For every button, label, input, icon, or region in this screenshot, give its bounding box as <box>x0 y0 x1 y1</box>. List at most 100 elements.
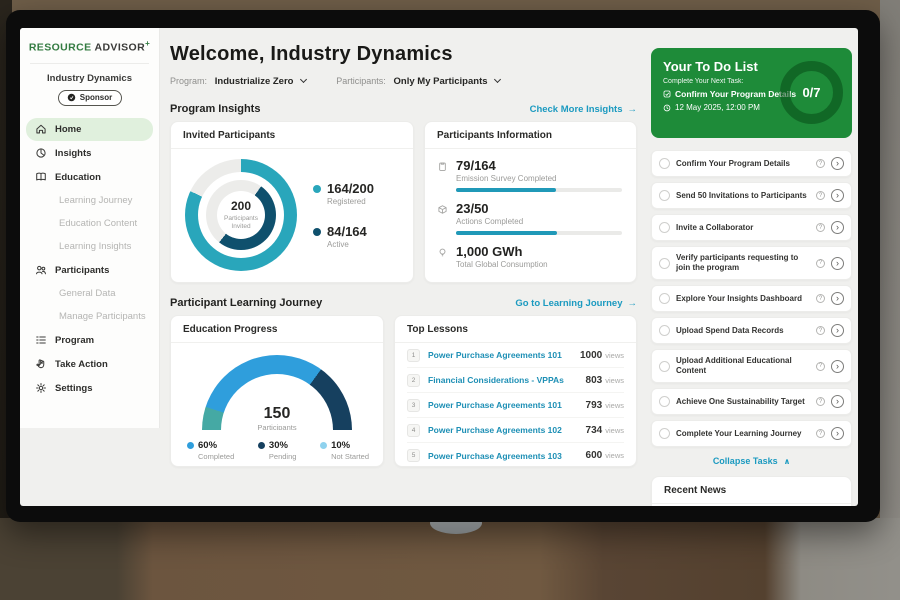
sidebar-item-home[interactable]: Home <box>26 118 153 141</box>
lesson-title-link[interactable]: Power Purchase Agreements 102 <box>428 425 586 435</box>
lesson-title-link[interactable]: Power Purchase Agreements 103 <box>428 451 586 461</box>
help-icon[interactable] <box>816 326 825 335</box>
chevron-right-icon[interactable] <box>831 427 844 440</box>
donut-center-value: 200 <box>231 199 251 213</box>
help-icon[interactable] <box>816 397 825 406</box>
clock-icon <box>663 104 671 112</box>
top-lessons-card: Top Lessons 1 Power Purchase Agreements … <box>394 315 637 467</box>
chevron-right-icon[interactable] <box>831 360 844 373</box>
sidebar-item-manage-participants[interactable]: Manage Participants <box>26 306 153 328</box>
lesson-title-link[interactable]: Financial Considerations - VPPAs <box>428 375 586 385</box>
task-send-invitations[interactable]: Send 50 Invitations to Participants <box>651 182 852 209</box>
sidebar-item-learning-insights[interactable]: Learning Insights <box>26 236 153 258</box>
sidebar-item-insights[interactable]: Insights <box>26 142 153 165</box>
chevron-right-icon[interactable] <box>831 221 844 234</box>
sidebar-item-settings[interactable]: Settings <box>26 377 153 400</box>
brand-primary: RESOURCE <box>29 42 92 54</box>
go-to-learning-journey-link[interactable]: Go to Learning Journey <box>515 298 637 309</box>
completed-dot-icon <box>187 442 194 449</box>
sidebar-item-general-data[interactable]: General Data <box>26 283 153 305</box>
task-checkbox[interactable] <box>659 428 670 439</box>
task-explore-insights[interactable]: Explore Your Insights Dashboard <box>651 285 852 312</box>
lesson-title-link[interactable]: Power Purchase Agreements 101 <box>428 400 586 410</box>
todo-panel: Your To Do List Complete Your Next Task:… <box>651 28 852 506</box>
participants-filter-value[interactable]: Only My Participants <box>394 76 488 87</box>
task-checkbox[interactable] <box>659 396 670 407</box>
stat-label: Total Global Consumption <box>456 260 622 269</box>
help-icon[interactable] <box>816 223 825 232</box>
sidebar-item-education[interactable]: Education <box>26 166 153 189</box>
help-icon[interactable] <box>816 429 825 438</box>
gear-icon <box>35 382 47 394</box>
chevron-right-icon[interactable] <box>831 292 844 305</box>
task-checkbox[interactable] <box>659 361 670 372</box>
task-checkbox[interactable] <box>659 158 670 169</box>
program-filter[interactable]: Program: Industrialize Zero <box>170 76 306 87</box>
task-upload-spend-data[interactable]: Upload Spend Data Records <box>651 317 852 344</box>
help-icon[interactable] <box>816 191 825 200</box>
progress-bar <box>456 231 622 235</box>
stat-emission-survey: 79/164 Emission Survey Completed <box>437 158 622 192</box>
task-verify-participants[interactable]: Verify participants requesting to join t… <box>651 246 852 280</box>
chevron-right-icon[interactable] <box>831 257 844 270</box>
help-icon[interactable] <box>816 362 825 371</box>
invited-participants-card: Invited Participants 200 Participants In… <box>170 121 414 283</box>
nav-label: Learning Journey <box>59 195 132 206</box>
book-icon <box>35 171 47 183</box>
pending-dot-icon <box>258 442 265 449</box>
gauge-legend: 60% Completed 30% Pending 10% Not Starte… <box>171 430 383 461</box>
lesson-views: 803 <box>586 375 603 386</box>
lesson-rank: 5 <box>407 449 420 462</box>
task-confirm-program-details[interactable]: Confirm Your Program Details <box>651 150 852 177</box>
completed-pct: 60% <box>198 440 217 451</box>
legend-completed: 60% Completed <box>187 440 234 461</box>
app-window: RESOURCE ADVISOR+ Industry Dynamics Spon… <box>20 28 858 506</box>
views-suffix: views <box>605 351 624 360</box>
legend-pending: 30% Pending <box>258 440 297 461</box>
sidebar-item-program[interactable]: Program <box>26 329 153 352</box>
nav-label: Settings <box>55 383 92 394</box>
task-checkbox[interactable] <box>659 190 670 201</box>
task-invite-collaborator[interactable]: Invite a Collaborator <box>651 214 852 241</box>
task-checkbox[interactable] <box>659 293 670 304</box>
task-checkbox[interactable] <box>659 258 670 269</box>
sponsor-badge-label: Sponsor <box>80 93 112 102</box>
help-icon[interactable] <box>816 259 825 268</box>
participants-information-card: Participants Information 79/164 Emission… <box>424 121 637 283</box>
chevron-right-icon[interactable] <box>831 324 844 337</box>
card-title: Participants Information <box>425 122 636 149</box>
participants-filter[interactable]: Participants: Only My Participants <box>336 76 500 87</box>
sidebar-item-take-action[interactable]: Take Action <box>26 353 153 376</box>
chevron-right-icon[interactable] <box>831 157 844 170</box>
sidebar-item-participants[interactable]: Participants <box>26 259 153 282</box>
task-achieve-sustainability-target[interactable]: Achieve One Sustainability Target <box>651 388 852 415</box>
help-icon[interactable] <box>816 294 825 303</box>
active-dot-icon <box>313 228 321 236</box>
task-checkbox[interactable] <box>659 325 670 336</box>
collapse-tasks-link[interactable]: Collapse Tasks <box>651 456 852 466</box>
task-complete-learning-journey[interactable]: Complete Your Learning Journey <box>651 420 852 447</box>
brand-logo: RESOURCE ADVISOR+ <box>20 28 159 54</box>
help-icon[interactable] <box>816 159 825 168</box>
lesson-title-link[interactable]: Power Purchase Agreements 101 <box>428 350 580 360</box>
section-title-learning-journey: Participant Learning Journey <box>170 297 322 309</box>
chevron-right-icon[interactable] <box>831 189 844 202</box>
pending-pct: 30% <box>269 440 288 451</box>
card-title: Education Progress <box>171 316 383 343</box>
participants-filter-label: Participants: <box>336 76 386 86</box>
task-upload-educational-content[interactable]: Upload Additional Educational Content <box>651 349 852 383</box>
stat-value: 23/50 <box>456 201 622 216</box>
sidebar-item-learning-journey[interactable]: Learning Journey <box>26 190 153 212</box>
task-checkbox[interactable] <box>659 222 670 233</box>
chevron-right-icon[interactable] <box>831 395 844 408</box>
stat-label: Emission Survey Completed <box>456 174 622 183</box>
program-filter-value[interactable]: Industrialize Zero <box>215 76 294 87</box>
backdrop-right <box>880 0 900 600</box>
sidebar-item-education-content[interactable]: Education Content <box>26 213 153 235</box>
task-label: Achieve One Sustainability Target <box>676 397 810 407</box>
views-suffix: views <box>605 451 624 460</box>
sponsor-badge[interactable]: Sponsor <box>58 90 122 106</box>
check-more-insights-link[interactable]: Check More Insights <box>530 104 637 115</box>
nav-label: Program <box>55 335 94 346</box>
chevron-down-icon <box>300 76 307 83</box>
